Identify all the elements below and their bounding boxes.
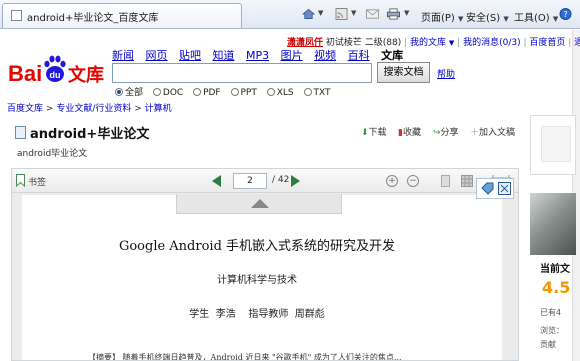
- single-page-view-icon[interactable]: [441, 175, 450, 187]
- rss-feed-icon[interactable]: [335, 8, 348, 20]
- rating-score: 4.5: [542, 278, 571, 297]
- my-library-link[interactable]: 我的文库: [410, 38, 446, 48]
- floating-tools: [476, 178, 514, 199]
- breadcrumb-professional[interactable]: 专业文献/行业资料: [56, 104, 131, 114]
- filter-doc[interactable]: DOC: [152, 88, 183, 98]
- document-subtitle: android毕业论文: [17, 149, 88, 159]
- rss-dropdown-icon[interactable]: ▼: [351, 9, 356, 17]
- page-total: / 42: [272, 175, 290, 185]
- svg-text:Bai: Bai: [8, 61, 42, 86]
- file-type-filters: 全部 DOC PDF PPT XLS TXT: [115, 85, 338, 98]
- zoom-in-icon[interactable]: +: [386, 175, 398, 187]
- help-icon[interactable]: ?: [559, 8, 572, 20]
- logout-link[interactable]: 退出: [574, 38, 580, 48]
- baidu-wenku-logo[interactable]: Bai du 文库: [8, 53, 104, 87]
- page-favicon-icon: [11, 10, 22, 21]
- nav-item-wenku: 文库: [381, 49, 404, 62]
- svg-text:du: du: [50, 70, 61, 80]
- filter-ppt[interactable]: PPT: [230, 88, 257, 98]
- collapse-arrow-icon: [251, 199, 269, 208]
- bookmark-ribbon-icon[interactable]: [16, 174, 25, 187]
- current-doc-label: 当前文: [540, 264, 570, 275]
- safety-menu[interactable]: 安全(S) ▼: [466, 9, 509, 24]
- svg-text:?: ?: [563, 10, 567, 19]
- zoom-out-icon[interactable]: −: [407, 175, 419, 187]
- download-icon: ⬇: [361, 128, 369, 138]
- nav-item-images[interactable]: 图片: [281, 49, 303, 62]
- contributor-label: 贡献: [540, 340, 556, 349]
- expand-icon[interactable]: [498, 182, 511, 195]
- nav-item-zhidao[interactable]: 知道: [213, 49, 235, 62]
- search-input[interactable]: [112, 63, 372, 83]
- paper-authors: 学生 李浩 指导教师 周群彪: [189, 309, 325, 320]
- next-page-button[interactable]: [291, 175, 300, 187]
- nav-item-baike[interactable]: 百科: [348, 49, 370, 62]
- grid-view-icon[interactable]: [461, 175, 473, 187]
- add-to-library-action[interactable]: ＋加入文稿: [470, 125, 515, 138]
- bookmark-label[interactable]: 书签: [28, 175, 46, 188]
- rating-count: 已有4: [540, 308, 562, 317]
- search-button[interactable]: 搜索文档: [377, 62, 430, 83]
- mail-icon[interactable]: [366, 8, 379, 20]
- document-viewer: 书签 2 / 42 + − Google Android 手机嵌入式系统的研究及…: [11, 168, 519, 361]
- nav-item-news[interactable]: 新闻: [112, 49, 134, 62]
- page-menu[interactable]: 页面(P) ▼: [421, 9, 463, 24]
- paper-department: 计算机科学与技术: [217, 275, 297, 286]
- nav-item-tieba[interactable]: 贴吧: [179, 49, 201, 62]
- sidebar-card: [530, 115, 576, 175]
- paper-title: Google Android 手机嵌入式系统的研究及开发: [118, 239, 396, 254]
- collapse-toolbar-button[interactable]: [176, 194, 342, 214]
- add-icon: ＋: [470, 128, 480, 138]
- baidu-home-link[interactable]: 百度首页: [529, 38, 565, 48]
- tab-title: android+毕业论文_百度文库: [27, 13, 159, 24]
- paper-abstract: 【摘要】 随着手机终端日趋普及，Android 近日来 "谷歌手机" 成为了人们…: [88, 353, 402, 361]
- tools-menu[interactable]: 工具(O) ▼: [514, 9, 558, 24]
- filter-pdf[interactable]: PDF: [193, 88, 221, 98]
- print-icon[interactable]: [387, 8, 400, 20]
- nav-item-web[interactable]: 网页: [146, 49, 168, 62]
- filter-xls[interactable]: XLS: [266, 88, 294, 98]
- my-messages-link[interactable]: 我的消息(0/3): [463, 38, 521, 48]
- document-title: android+毕业论文: [15, 123, 149, 142]
- favorite-action[interactable]: ▮收藏: [398, 125, 421, 138]
- page-number-input[interactable]: 2: [233, 173, 267, 189]
- help-link[interactable]: 帮助: [437, 67, 455, 80]
- prev-page-button[interactable]: [212, 175, 221, 187]
- right-sidebar: 当前文 4.5 已有4 浏览： 贡献: [530, 115, 576, 361]
- browser-tab[interactable]: android+毕业论文_百度文库: [2, 3, 242, 28]
- share-icon: ↪: [433, 128, 441, 138]
- print-dropdown-icon[interactable]: ▼: [404, 9, 409, 17]
- home-dropdown-icon[interactable]: ▼: [318, 9, 323, 17]
- filter-all[interactable]: 全部: [115, 85, 143, 98]
- viewer-toolbar: 书签 2 / 42 + −: [12, 169, 518, 193]
- filter-txt[interactable]: TXT: [303, 88, 331, 98]
- download-action[interactable]: ⬇下载: [361, 125, 387, 138]
- nav-item-mp3[interactable]: MP3: [246, 49, 269, 62]
- home-icon[interactable]: [302, 8, 315, 20]
- share-action[interactable]: ↪分享: [433, 125, 459, 138]
- svg-text:文库: 文库: [68, 64, 104, 86]
- sidebar-image: [530, 193, 576, 255]
- breadcrumb-wenku[interactable]: 百度文库: [7, 104, 43, 114]
- tag-icon[interactable]: [481, 182, 494, 195]
- breadcrumb: 百度文库 > 专业文献/行业资料 > 计算机: [7, 104, 172, 114]
- product-nav: 新闻 网页 贴吧 知道 MP3 图片 视频 百科 文库: [112, 47, 411, 63]
- breadcrumb-computer[interactable]: 计算机: [145, 104, 172, 114]
- views-label: 浏览：: [540, 326, 564, 335]
- nav-item-video[interactable]: 视频: [314, 49, 336, 62]
- document-icon: [15, 126, 26, 139]
- browser-toolbar: android+毕业论文_百度文库 ▼ ▼ ▼ 页面(P) ▼ 安全(S) ▼ …: [0, 0, 580, 29]
